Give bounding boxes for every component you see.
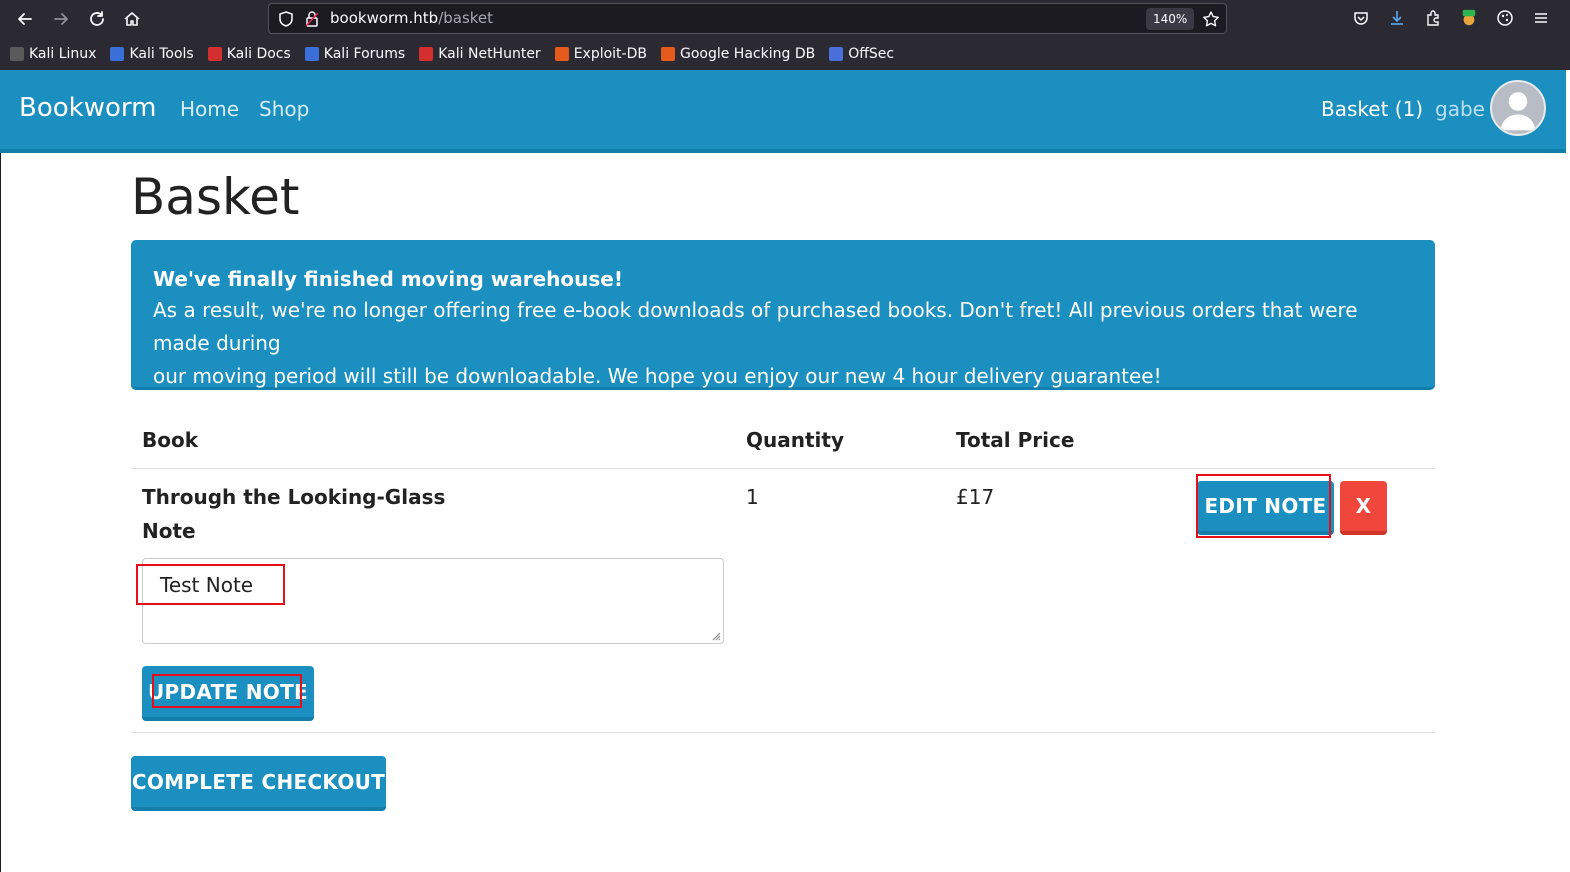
table-row-divider bbox=[131, 732, 1435, 733]
bookmark-offsec[interactable]: OffSec bbox=[829, 43, 894, 65]
bookmark-exploit-db[interactable]: Exploit-DB bbox=[554, 43, 647, 65]
edit-note-button[interactable]: EDIT NOTE bbox=[1197, 481, 1334, 535]
column-header-quantity: Quantity bbox=[746, 428, 844, 452]
nav-home-link[interactable]: Home bbox=[180, 97, 239, 121]
quantity-value: 1 bbox=[746, 485, 759, 509]
info-alert: We've finally finished moving warehouse!… bbox=[131, 240, 1435, 390]
extensions-icon[interactable] bbox=[1423, 8, 1443, 28]
forward-icon[interactable] bbox=[48, 6, 74, 32]
bookmark-kali-tools[interactable]: Kali Tools bbox=[110, 43, 194, 65]
page-title: Basket bbox=[131, 168, 300, 226]
kali-nethunter-icon bbox=[419, 47, 434, 61]
book-title: Through the Looking-Glass bbox=[142, 485, 446, 509]
bookmark-kali-docs[interactable]: Kali Docs bbox=[207, 43, 291, 65]
lock-insecure-icon[interactable] bbox=[303, 10, 321, 28]
alert-title: We've finally finished moving warehouse! bbox=[153, 267, 623, 291]
resize-handle-icon[interactable] bbox=[711, 631, 721, 641]
window-edge bbox=[0, 153, 1, 872]
alert-body-line-2: our moving period will still be download… bbox=[153, 364, 1162, 388]
kali-tools-icon bbox=[110, 47, 125, 61]
zoom-level[interactable]: 140% bbox=[1146, 8, 1195, 30]
avatar[interactable] bbox=[1490, 80, 1546, 136]
note-label: Note bbox=[142, 519, 196, 543]
note-textarea-value[interactable]: Test Note bbox=[160, 573, 253, 597]
remove-item-button[interactable]: X bbox=[1340, 481, 1387, 535]
bookmark-kali-forums[interactable]: Kali Forums bbox=[304, 43, 405, 65]
kali-linux-icon bbox=[10, 47, 24, 61]
url-bar[interactable]: bookworm.htb/basket 140% bbox=[268, 3, 1227, 34]
nav-user-link[interactable]: gabe bbox=[1435, 97, 1485, 121]
column-header-book: Book bbox=[142, 428, 199, 452]
nav-shop-link[interactable]: Shop bbox=[259, 97, 309, 121]
brand-logo[interactable]: Bookworm bbox=[19, 93, 156, 123]
browser-chrome: bookworm.htb/basket 140% Kali Linux Kali… bbox=[0, 0, 1570, 70]
bookmark-kali-nethunter[interactable]: Kali NetHunter bbox=[419, 43, 541, 65]
complete-checkout-button[interactable]: COMPLETE CHECKOUT bbox=[131, 756, 386, 811]
pocket-icon[interactable] bbox=[1351, 8, 1371, 28]
total-price-value: £17 bbox=[956, 485, 995, 509]
update-note-button[interactable]: UPDATE NOTE bbox=[142, 666, 314, 721]
user-avatar-icon bbox=[1500, 92, 1536, 131]
site-navbar: Bookworm Home Shop Basket (1) gabe bbox=[0, 70, 1566, 153]
shield-icon[interactable] bbox=[277, 10, 295, 28]
reload-icon[interactable] bbox=[84, 6, 110, 32]
home-icon[interactable] bbox=[119, 6, 145, 32]
table-header-divider bbox=[131, 468, 1435, 469]
back-icon[interactable] bbox=[12, 6, 38, 32]
burp-extension-icon[interactable] bbox=[1459, 8, 1479, 28]
nav-basket-link[interactable]: Basket (1) bbox=[1321, 97, 1423, 121]
google-hacking-db-icon bbox=[660, 47, 675, 61]
bookmark-kali-linux[interactable]: Kali Linux bbox=[10, 43, 96, 65]
menu-icon[interactable] bbox=[1531, 8, 1551, 28]
bookmark-google-hacking-db[interactable]: Google Hacking DB bbox=[660, 43, 815, 65]
note-textarea[interactable] bbox=[142, 558, 724, 644]
column-header-total-price: Total Price bbox=[956, 428, 1075, 452]
kali-forums-icon bbox=[304, 47, 319, 61]
cookie-icon[interactable] bbox=[1495, 8, 1515, 28]
kali-docs-icon bbox=[207, 47, 222, 61]
exploit-db-icon bbox=[554, 47, 569, 61]
bookmark-star-icon[interactable] bbox=[1202, 10, 1220, 28]
downloads-icon[interactable] bbox=[1387, 8, 1407, 28]
offsec-icon bbox=[829, 47, 844, 61]
bookmarks-toolbar: Kali Linux Kali Tools Kali Docs Kali For… bbox=[10, 43, 894, 65]
alert-body-line-1: As a result, we're no longer offering fr… bbox=[153, 298, 1358, 355]
url-text[interactable]: bookworm.htb/basket bbox=[330, 9, 493, 27]
